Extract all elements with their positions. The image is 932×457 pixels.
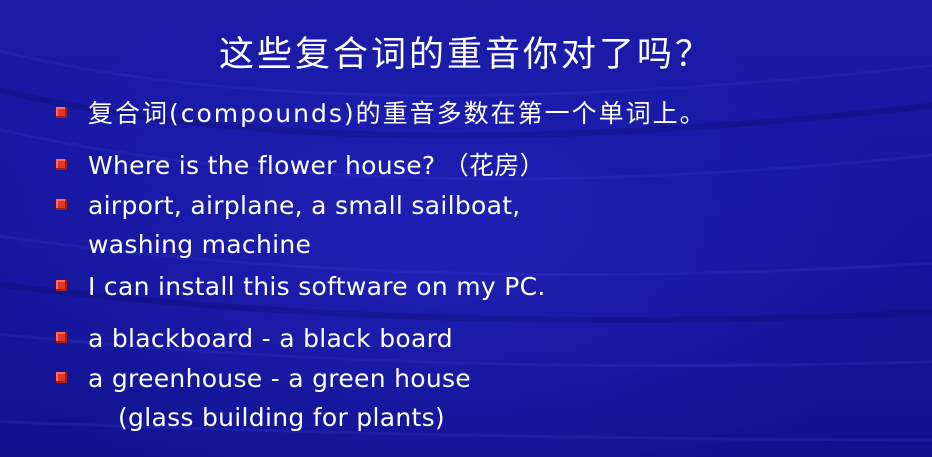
slide-line: washing machine (88, 230, 312, 259)
slide-line: Where is the flower house? （花房） (88, 151, 545, 180)
slide-title: 这些复合词的重音你对了吗？ (218, 35, 713, 75)
bullet-marker (56, 280, 67, 291)
slide-line: 复合词(compounds)的重音多数在第一个单词上。 (88, 99, 707, 128)
bullet-marker (56, 199, 67, 210)
bullet-marker (56, 332, 67, 343)
slide-line: (glass building for plants) (118, 403, 445, 432)
bullet-marker (56, 372, 67, 383)
slide: 这些复合词的重音你对了吗？ 复合词(compounds)的重音多数在第一个单词上… (0, 0, 932, 457)
bullet-marker (56, 107, 67, 118)
slide-line: airport, airplane, a small sailboat, (88, 191, 521, 220)
slide-line: a greenhouse - a green house (88, 364, 471, 393)
bullet-marker (56, 159, 67, 170)
slide-line: a blackboard - a black board (88, 324, 453, 353)
slide-line: I can install this software on my PC. (88, 272, 546, 301)
